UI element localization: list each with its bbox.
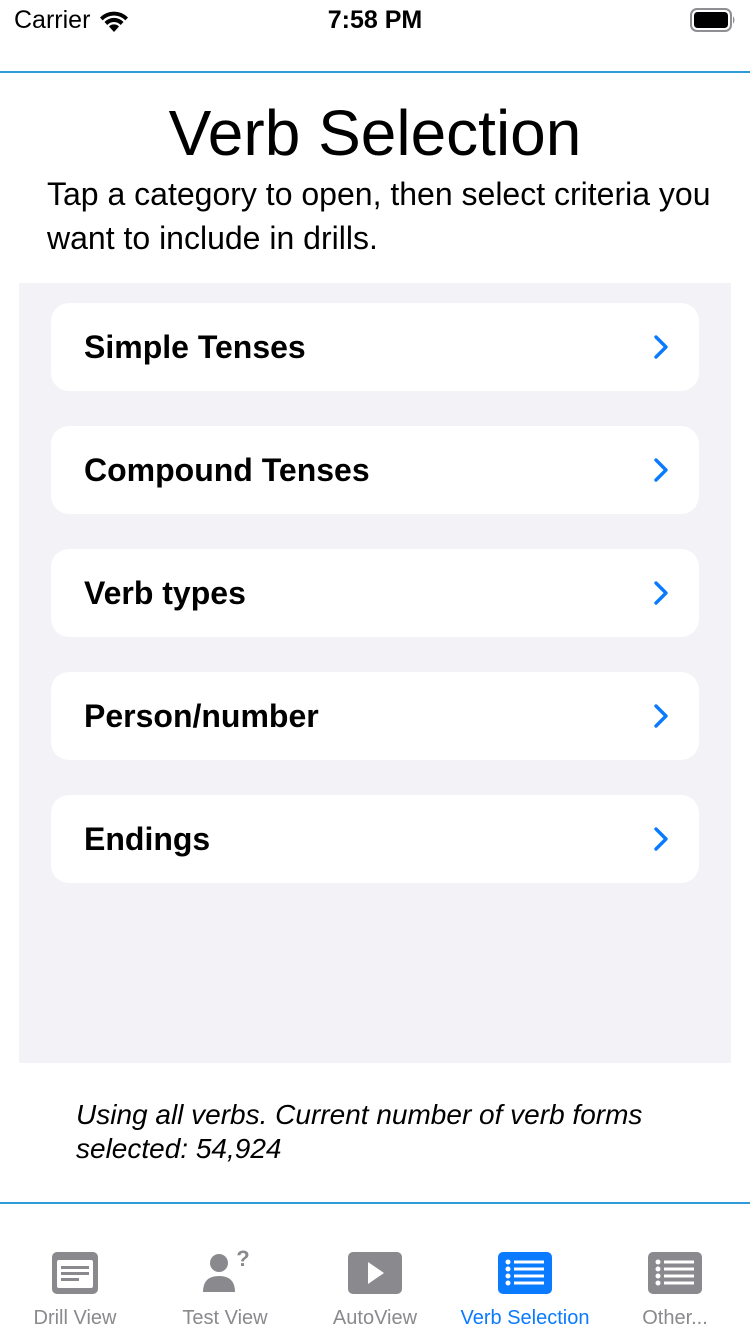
status-time: 7:58 PM [327, 6, 423, 34]
status-bar: Carrier 7:58 PM [0, 0, 750, 40]
category-label: Person/number [84, 697, 319, 734]
category-label: Simple Tenses [84, 328, 306, 365]
instructions-text: Tap a category to open, then select crit… [47, 176, 711, 256]
play-icon [348, 1252, 402, 1294]
page-title: Verb Selection [168, 97, 582, 169]
tab-drill-view[interactable]: Drill View [0, 1204, 150, 1334]
verb-count-summary: Using all verbs. Current number of verb … [76, 1099, 643, 1164]
list-icon [498, 1252, 552, 1294]
category-list: Simple Tenses Compound Tenses Verb types… [19, 283, 731, 1063]
svg-text:?: ? [236, 1250, 249, 1271]
tab-label: Drill View [33, 1307, 117, 1329]
category-simple-tenses[interactable]: Simple Tenses [51, 303, 699, 391]
test-view-icon: ? [203, 1250, 250, 1292]
verb-selection-screen: Carrier 7:58 PM Verb Selection Tap a cat… [0, 0, 750, 1334]
drill-view-icon [52, 1252, 98, 1294]
category-label: Verb types [84, 574, 246, 611]
category-label: Compound Tenses [84, 451, 370, 488]
chevron-right-icon [654, 827, 668, 851]
tab-label: AutoView [332, 1307, 418, 1329]
category-compound-tenses[interactable]: Compound Tenses [51, 426, 699, 514]
tab-label: Other... [642, 1307, 708, 1329]
chevron-right-icon [654, 704, 668, 728]
chevron-right-icon [654, 581, 668, 605]
chevron-right-icon [654, 458, 668, 482]
category-label: Endings [84, 820, 211, 857]
tab-test-view[interactable]: ? Test View [150, 1204, 300, 1334]
category-verb-types[interactable]: Verb types [51, 549, 699, 637]
more-list-icon [648, 1252, 702, 1294]
chevron-right-icon [654, 335, 668, 359]
category-person-number[interactable]: Person/number [51, 672, 699, 760]
tab-label: Verb Selection [460, 1307, 590, 1329]
tab-other[interactable]: Other... [600, 1204, 750, 1334]
battery-icon [690, 8, 735, 32]
tab-verb-selection[interactable]: Verb Selection [450, 1204, 600, 1334]
tab-label: Test View [182, 1307, 268, 1329]
top-divider [0, 71, 750, 73]
tab-autoview[interactable]: AutoView [300, 1204, 450, 1334]
category-endings[interactable]: Endings [51, 795, 699, 883]
tab-bar: Drill View ? Test View AutoView Verb Sel… [0, 1204, 750, 1334]
